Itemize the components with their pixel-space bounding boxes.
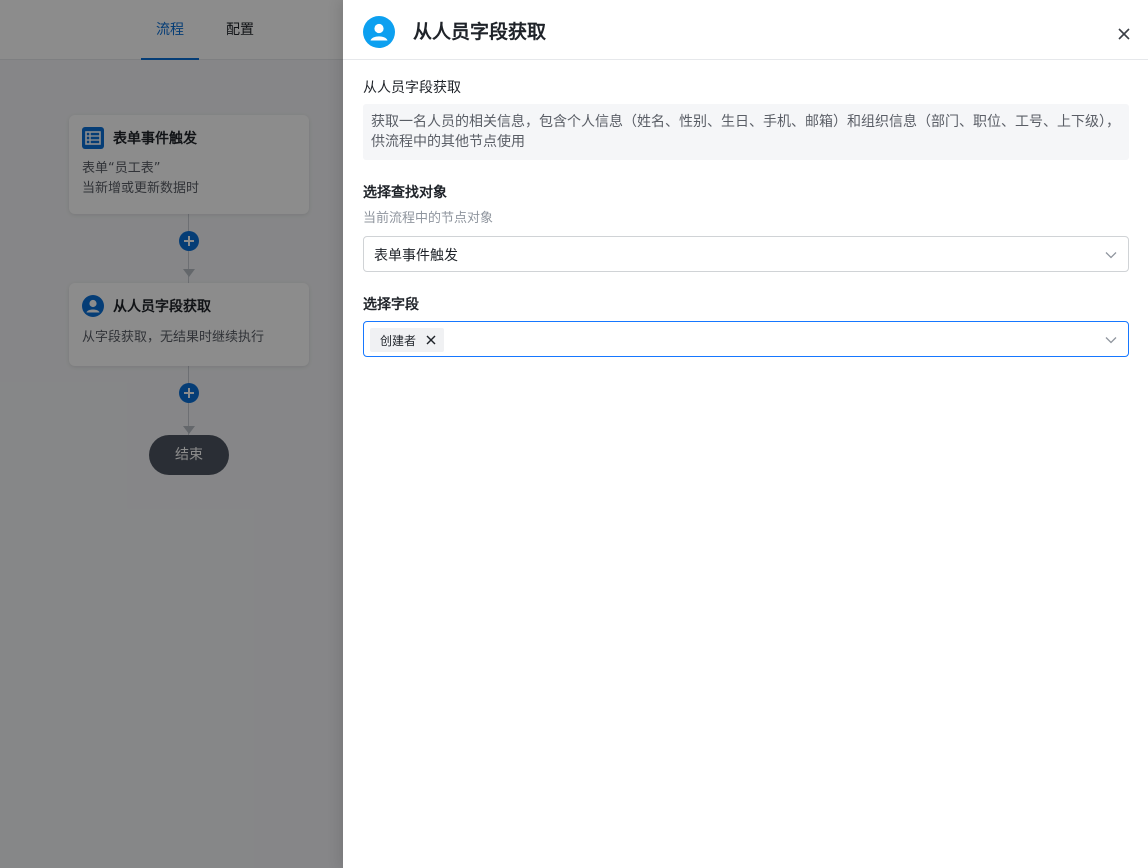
selected-field-tag-label: 创建者 xyxy=(380,333,417,348)
selected-field-tag: 创建者 xyxy=(370,328,445,352)
target-object-select[interactable]: 表单事件触发 xyxy=(363,236,1129,272)
description-box: 获取一名人员的相关信息，包含个人信息（姓名、性别、生日、手机、邮箱）和组织信息（… xyxy=(363,104,1129,160)
chevron-down-icon xyxy=(1105,252,1117,259)
user-avatar-icon xyxy=(363,16,395,48)
field-select[interactable]: 创建者 xyxy=(363,321,1129,357)
drawer-header: 从人员字段获取 xyxy=(343,0,1148,60)
remove-tag-icon[interactable] xyxy=(426,335,436,345)
field-label: 选择字段 xyxy=(363,297,419,313)
close-icon[interactable] xyxy=(1115,25,1133,43)
node-config-drawer: 从人员字段获取 从人员字段获取 获取一名人员的相关信息，包含个人信息（姓名、性别… xyxy=(343,0,1148,868)
drawer-title: 从人员字段获取 xyxy=(413,21,547,43)
description-title: 从人员字段获取 xyxy=(363,80,461,96)
target-object-label: 选择查找对象 xyxy=(363,185,447,201)
target-object-hint: 当前流程中的节点对象 xyxy=(363,211,494,226)
chevron-down-icon xyxy=(1105,337,1117,344)
target-object-value: 表单事件触发 xyxy=(374,248,458,264)
